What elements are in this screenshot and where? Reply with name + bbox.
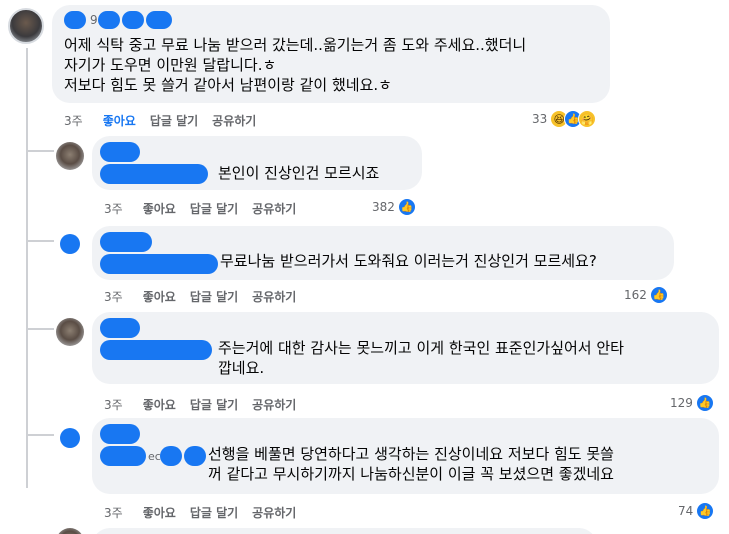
- share-button[interactable]: 공유하기: [252, 504, 296, 521]
- avatar[interactable]: [8, 8, 44, 44]
- commenter-name[interactable]: [100, 340, 212, 360]
- like-button[interactable]: 좋아요: [143, 200, 176, 217]
- thread-line: [26, 48, 28, 488]
- like-icon: 👍: [695, 394, 714, 412]
- like-button[interactable]: 좋아요: [143, 288, 176, 305]
- commenter-name[interactable]: [100, 424, 140, 444]
- name-suffix: 9: [90, 13, 98, 27]
- avatar[interactable]: [56, 528, 84, 534]
- share-button[interactable]: 공유하기: [252, 396, 296, 413]
- thread-branch: [26, 240, 54, 242]
- comment-bubble: 9 어제 식탁 중고 무료 나눔 받으러 갔는데..옮기는거 좀 도와 주세요.…: [52, 5, 610, 103]
- reply-button[interactable]: 답글 달기: [190, 200, 238, 217]
- reply-text: 본인이 진상인건 모르시죠: [218, 164, 380, 182]
- reaction-summary[interactable]: 74 👍: [678, 502, 715, 520]
- reply-button[interactable]: 답글 달기: [190, 504, 238, 521]
- reply-text: 선행을 베풀면 당연하다고 생각하는 진상이네요 저보다 힘도 못쓸 꺼 같다고…: [208, 445, 614, 483]
- commenter-name[interactable]: [160, 446, 182, 466]
- care-icon: 🤗: [578, 110, 597, 128]
- thread-branch: [26, 150, 54, 152]
- name-fragment: ec: [148, 450, 161, 463]
- like-icon: 👍: [696, 502, 715, 520]
- avatar[interactable]: [56, 142, 84, 170]
- reply-actions: 3주 좋아요 답글 달기 공유하기: [104, 504, 310, 521]
- timestamp[interactable]: 3주: [104, 200, 123, 217]
- avatar[interactable]: [56, 424, 84, 452]
- reaction-count: 129: [670, 396, 693, 410]
- thread-branch: [26, 434, 54, 436]
- reaction-count: 162: [624, 288, 647, 302]
- avatar[interactable]: [56, 318, 84, 346]
- timestamp[interactable]: 3주: [104, 504, 123, 521]
- like-icon: 👍: [397, 198, 416, 216]
- reply-bubble: 무료나눔 받으러가서 도와줘요 이러는거 진상인거 모르세요?: [92, 226, 674, 280]
- thread-branch: [26, 328, 54, 330]
- commenter-name[interactable]: [100, 232, 152, 252]
- reaction-summary[interactable]: 382 👍: [372, 198, 416, 216]
- avatar[interactable]: [56, 230, 84, 258]
- comment-text: 어제 식탁 중고 무료 나눔 받으러 갔는데..옮기는거 좀 도와 주세요..했…: [64, 36, 527, 94]
- reply-button[interactable]: 답글 달기: [150, 112, 198, 129]
- reaction-count: 382: [372, 200, 395, 214]
- reply-text: 주는거에 대한 감사는 못느끼고 이게 한국인 표준인가싶어서 안타 깝네요.: [218, 339, 624, 377]
- reaction-summary[interactable]: 33 😆 👍 🤗: [532, 110, 597, 128]
- like-button[interactable]: 좋아요: [103, 112, 136, 129]
- commenter-name[interactable]: [100, 164, 208, 184]
- commenter-name[interactable]: [184, 446, 206, 466]
- commenter-name[interactable]: [100, 446, 146, 466]
- share-button[interactable]: 공유하기: [252, 200, 296, 217]
- reply-button[interactable]: 답글 달기: [190, 396, 238, 413]
- reply-bubble-partial: [92, 528, 597, 534]
- commenter-name[interactable]: [100, 254, 218, 274]
- reply-text: 무료나눔 받으러가서 도와줘요 이러는거 진상인거 모르세요?: [220, 252, 597, 270]
- reply-bubble: 주는거에 대한 감사는 못느끼고 이게 한국인 표준인가싶어서 안타 깝네요.: [92, 312, 719, 384]
- like-icon: 👍: [649, 286, 668, 304]
- timestamp[interactable]: 3주: [104, 396, 123, 413]
- reply-actions: 3주 좋아요 답글 달기 공유하기: [104, 396, 310, 413]
- reply-actions: 3주 좋아요 답글 달기 공유하기: [104, 288, 310, 305]
- commenter-name[interactable]: [100, 318, 140, 338]
- comment-actions: 3주 좋아요 답글 달기 공유하기: [64, 112, 270, 129]
- share-button[interactable]: 공유하기: [212, 112, 256, 129]
- reply-button[interactable]: 답글 달기: [190, 288, 238, 305]
- commenter-name[interactable]: 9: [64, 11, 174, 29]
- share-button[interactable]: 공유하기: [252, 288, 296, 305]
- commenter-name[interactable]: [100, 142, 140, 162]
- reaction-summary[interactable]: 129 👍: [670, 394, 714, 412]
- timestamp[interactable]: 3주: [104, 288, 123, 305]
- reaction-count: 33: [532, 112, 548, 126]
- like-button[interactable]: 좋아요: [143, 504, 176, 521]
- reply-bubble: 본인이 진상인건 모르시죠: [92, 136, 422, 190]
- reaction-count: 74: [678, 504, 694, 518]
- reaction-summary[interactable]: 162 👍: [624, 286, 668, 304]
- reply-actions: 3주 좋아요 답글 달기 공유하기: [104, 200, 310, 217]
- like-button[interactable]: 좋아요: [143, 396, 176, 413]
- reply-bubble: ec 선행을 베풀면 당연하다고 생각하는 진상이네요 저보다 힘도 못쓸 꺼 …: [92, 418, 719, 494]
- timestamp[interactable]: 3주: [64, 112, 83, 129]
